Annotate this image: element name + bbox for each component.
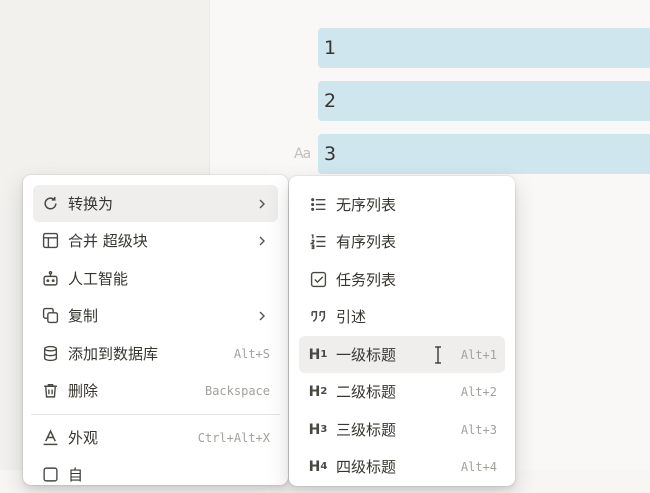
text-block[interactable]: 1 [318,28,650,68]
text-cursor-icon [435,346,441,364]
text-color-icon [40,428,60,448]
menu-item-label: 外观 [68,429,99,447]
menu-item-label: 删除 [68,382,99,400]
copy-icon [40,306,60,326]
database-icon [40,344,60,364]
menu-divider [31,414,280,415]
turn-into-submenu: 无序列表 有序列表 任务列表 引述 H1 一级标题 Alt+1 H2 二级标题 … [289,176,515,486]
quote-icon [308,307,328,327]
menu-item-label: 复制 [68,307,99,325]
shortcut-label: Alt+3 [460,422,497,437]
menu-item-label: 合并 超级块 [68,232,148,250]
heading-1-icon: H1 [308,346,328,363]
submenu-item-label: 无序列表 [336,196,397,214]
text-block[interactable]: 2 [318,81,650,121]
numbered-list-icon [308,232,328,252]
submenu-item-label: 有序列表 [336,233,397,251]
menu-item-label: 自 [68,466,84,484]
submenu-item-task-list[interactable]: 任务列表 [299,261,505,298]
shortcut-label: Ctrl+Alt+X [197,430,270,445]
submenu-item-bulleted-list[interactable]: 无序列表 [299,186,505,223]
text-type-icon[interactable]: Aa [294,146,311,162]
shortcut-label: Backspace [204,383,270,398]
more-icon [40,465,60,485]
heading-3-icon: H3 [308,421,328,438]
submenu-item-label: 四级标题 [336,458,397,476]
menu-item-copy[interactable]: 复制 [33,297,278,334]
menu-item-label: 转换为 [68,195,114,213]
submenu-item-label: 三级标题 [336,421,397,439]
block-context-menu: 转换为 合并 超级块 人工智能 复制 添加到数据库 Alt+S 删除 Backs… [23,175,288,485]
heading-2-icon: H2 [308,383,328,400]
submenu-item-label: 任务列表 [336,271,397,289]
submenu-item-heading-1[interactable]: H1 一级标题 Alt+1 [299,336,505,373]
submenu-item-numbered-list[interactable]: 有序列表 [299,223,505,260]
robot-icon [40,269,60,289]
menu-item-more[interactable]: 自 [33,456,278,493]
turn-into-icon [40,194,60,214]
chevron-right-icon [256,235,268,247]
submenu-item-label: 二级标题 [336,383,397,401]
submenu-item-heading-4[interactable]: H4 四级标题 Alt+4 [299,448,505,485]
text-block[interactable]: 3 [318,134,650,174]
menu-item-ai[interactable]: 人工智能 [33,260,278,297]
chevron-right-icon [256,198,268,210]
shortcut-label: Alt+1 [460,347,497,362]
menu-item-appearance[interactable]: 外观 Ctrl+Alt+X [33,419,278,456]
shortcut-label: Alt+4 [460,459,497,474]
submenu-item-heading-2[interactable]: H2 二级标题 Alt+2 [299,373,505,410]
menu-item-label: 添加到数据库 [68,345,159,363]
layout-icon [40,231,60,251]
menu-item-label: 人工智能 [68,270,129,288]
heading-4-icon: H4 [308,458,328,475]
menu-item-turn-into[interactable]: 转换为 [33,185,278,222]
submenu-item-heading-3[interactable]: H3 三级标题 Alt+3 [299,411,505,448]
menu-item-merge-superblock[interactable]: 合并 超级块 [33,222,278,259]
shortcut-label: Alt+2 [460,384,497,399]
submenu-item-quote[interactable]: 引述 [299,298,505,335]
menu-item-add-to-database[interactable]: 添加到数据库 Alt+S [33,335,278,372]
bulleted-list-icon [308,195,328,215]
trash-icon [40,381,60,401]
submenu-item-label: 引述 [336,308,367,326]
menu-item-delete[interactable]: 删除 Backspace [33,372,278,409]
checkbox-icon [308,270,328,290]
shortcut-label: Alt+S [233,346,270,361]
chevron-right-icon [256,310,268,322]
